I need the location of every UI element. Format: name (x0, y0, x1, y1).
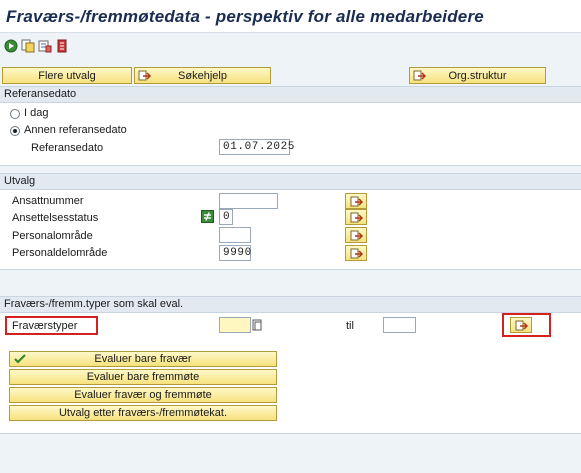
variant-icon[interactable] (21, 39, 35, 53)
radio-today-label: I dag (24, 107, 49, 119)
employment-status-label: Ansettelsesstatus (12, 212, 99, 224)
multiple-selection-button[interactable] (345, 209, 367, 225)
reference-date-field[interactable]: 01.07.2025 (219, 139, 294, 155)
reference-date-section: Referansedato I dag Annen referansedato … (0, 86, 581, 166)
arrow-right-icon (515, 320, 529, 331)
multiple-selection-button[interactable] (345, 193, 367, 209)
evaluate-absence-only-button[interactable]: Evaluer bare fravær (9, 351, 277, 367)
org-structure-button[interactable]: Org.struktur (409, 67, 546, 84)
radio-today[interactable] (10, 109, 20, 119)
employee-number-field[interactable] (219, 193, 278, 209)
not-equal-icon[interactable] (201, 210, 214, 223)
page-title: Fraværs-/fremmøtedata - perspektiv for a… (6, 7, 484, 26)
selection-section: Utvalg Ansattnummer Ansettelsesstatus 0 … (0, 173, 581, 270)
multiple-selection-button[interactable] (345, 245, 367, 261)
multiple-selection-button[interactable] (345, 227, 367, 243)
to-label: til (346, 320, 354, 332)
personnel-subarea-label: Personaldelområde (12, 247, 108, 259)
execute-icon[interactable] (4, 39, 18, 53)
personnel-area-field[interactable] (219, 227, 251, 243)
absence-type-from-field[interactable] (219, 317, 251, 333)
arrow-right-icon (350, 212, 364, 223)
radio-other-date-label: Annen referansedato (24, 124, 127, 136)
arrow-right-icon (350, 230, 364, 241)
title-bar: Fraværs-/fremmøtedata - perspektiv for a… (0, 0, 581, 33)
reference-date-label: Referansedato (31, 142, 104, 154)
radio-other-date[interactable] (10, 126, 20, 136)
multiple-selection-button[interactable] (510, 317, 532, 333)
arrow-right-icon (350, 248, 364, 259)
search-help-button[interactable]: Søkehjelp (134, 67, 271, 84)
employee-number-label: Ansattnummer (12, 195, 84, 207)
absence-type-to-field[interactable] (383, 317, 416, 333)
info-icon[interactable] (55, 39, 69, 53)
more-selections-button[interactable]: Flere utvalg (2, 67, 132, 84)
highlight-frame-label (5, 316, 98, 335)
evaluate-both-button[interactable]: Evaluer fravær og fremmøte (9, 387, 277, 403)
arrow-right-icon (350, 196, 364, 207)
personnel-subarea-field[interactable]: 9990 (219, 245, 251, 261)
section-header: Utvalg (0, 174, 581, 190)
employment-status-field[interactable]: 0 (219, 209, 233, 225)
personnel-area-label: Personalområde (12, 230, 93, 242)
evaluate-attendance-only-button[interactable]: Evaluer bare fremmøte (9, 369, 277, 385)
save-variant-icon[interactable] (38, 39, 52, 53)
section-header: Referansedato (0, 87, 581, 103)
app-toolbar (0, 34, 581, 60)
multiple-selection-icon[interactable] (252, 319, 263, 331)
selection-by-category-button[interactable]: Utvalg etter fraværs-/fremmøtekat. (9, 405, 277, 421)
section-header: Fraværs-/fremm.typer som skal eval. (0, 297, 581, 313)
absence-types-section: Fraværs-/fremm.typer som skal eval. Frav… (0, 296, 581, 434)
